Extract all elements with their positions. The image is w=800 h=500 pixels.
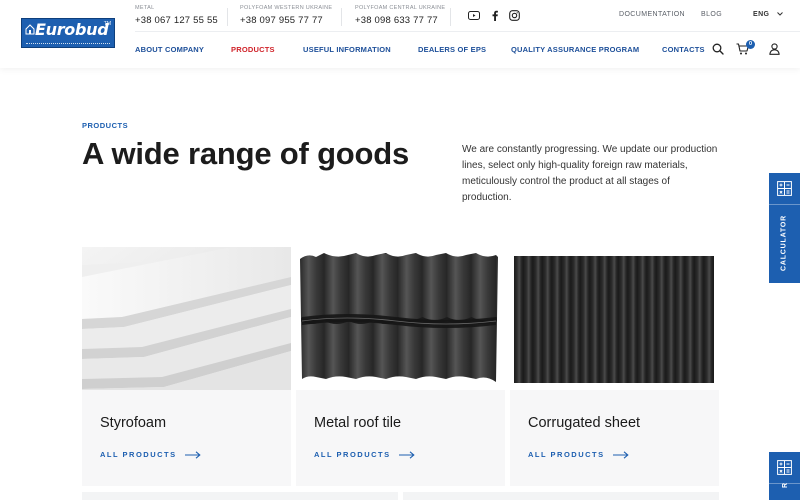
card-title: Corrugated sheet [528,415,641,431]
documentation-link[interactable]: DOCUMENTATION [619,11,685,18]
calculator-icon [777,181,792,196]
phone-label: POLYFOAM WESTERN UKRAINE [240,5,333,11]
phone-polyfoam-west: POLYFOAM WESTERN UKRAINE +38 097 955 77 … [240,5,332,26]
page-title: A wide range of goods [82,136,410,171]
product-card-styrofoam[interactable]: Styrofoam ALL PRODUCTS [82,247,291,486]
eurobud-logo[interactable]: Eurobud TM [21,18,115,48]
product-card-corrugated-sheet[interactable]: Corrugated sheet ALL PRODUCTS [510,247,719,486]
language-selector[interactable]: ENG [753,11,783,18]
cart-count-badge: 0 [746,40,755,49]
metal-roof-tile-image [296,247,505,390]
all-products-link[interactable]: ALL PRODUCTS [528,450,629,459]
all-products-link[interactable]: ALL PRODUCTS [314,450,415,459]
product-card-metal-roof-tile[interactable]: Metal roof tile ALL PRODUCTS [296,247,505,486]
corrugated-sheet-image [510,247,719,390]
hero-description: We are constantly progressing. We update… [462,144,718,203]
divider [341,8,342,26]
nav-useful-information[interactable]: USEFUL INFORMATION [303,45,391,54]
user-account-icon[interactable] [767,42,781,56]
next-row-card [403,492,719,500]
logo-wordmark: Eurobud [35,20,109,39]
nav-dealers-of-eps[interactable]: DEALERS OF EPS [418,45,486,54]
logo-trademark: TM [103,21,111,27]
instagram-icon[interactable] [508,9,520,21]
nav-contacts[interactable]: CONTACTS [662,45,705,54]
divider [450,8,451,26]
facebook-icon[interactable] [489,9,501,21]
section-eyebrow: PRODUCTS [82,121,129,130]
phone-label: POLYFOAM CENTRAL UKRAINE [355,5,446,11]
link-label: ALL PRODUCTS [528,450,605,459]
divider [769,204,800,205]
styrofoam-image [82,247,291,390]
nav-about-company[interactable]: ABOUT COMPANY [135,45,204,54]
calculator-sidebar-button[interactable]: CALCULATOR [769,173,800,283]
youtube-icon[interactable] [468,9,480,21]
site-header: Eurobud TM METAL +38 067 127 55 55 POLYF… [0,0,800,68]
calculator-label-partial: R [782,482,789,488]
card-title: Metal roof tile [314,415,402,431]
phone-number[interactable]: +38 097 955 77 77 [240,15,332,26]
phone-number[interactable]: +38 067 127 55 55 [135,15,218,26]
search-icon[interactable] [711,42,725,56]
nav-products[interactable]: PRODUCTS [231,45,275,54]
arrow-right-icon [184,450,201,459]
arrow-right-icon [398,450,415,459]
chevron-down-icon [776,11,783,18]
language-label: ENG [753,11,770,18]
header-divider [135,31,800,32]
phone-label: METAL [135,5,155,11]
phone-metal: METAL +38 067 127 55 55 [135,5,218,26]
link-label: ALL PRODUCTS [100,450,177,459]
divider [227,8,228,26]
calculator-label: CALCULATOR [780,215,788,271]
logo-tagline [26,43,110,45]
calculator-sidebar-button-secondary[interactable]: R [769,452,800,500]
phone-number[interactable]: +38 098 633 77 77 [355,15,445,26]
nav-quality-assurance-program[interactable]: QUALITY ASSURANCE PROGRAM [511,45,639,54]
phone-polyfoam-central: POLYFOAM CENTRAL UKRAINE +38 098 633 77 … [355,5,445,26]
calculator-icon [777,460,792,475]
house-logo-icon [25,23,35,35]
arrow-right-icon [612,450,629,459]
next-row-card [82,492,398,500]
all-products-link[interactable]: ALL PRODUCTS [100,450,201,459]
link-label: ALL PRODUCTS [314,450,391,459]
blog-link[interactable]: BLOG [701,11,722,18]
card-title: Styrofoam [100,415,167,431]
